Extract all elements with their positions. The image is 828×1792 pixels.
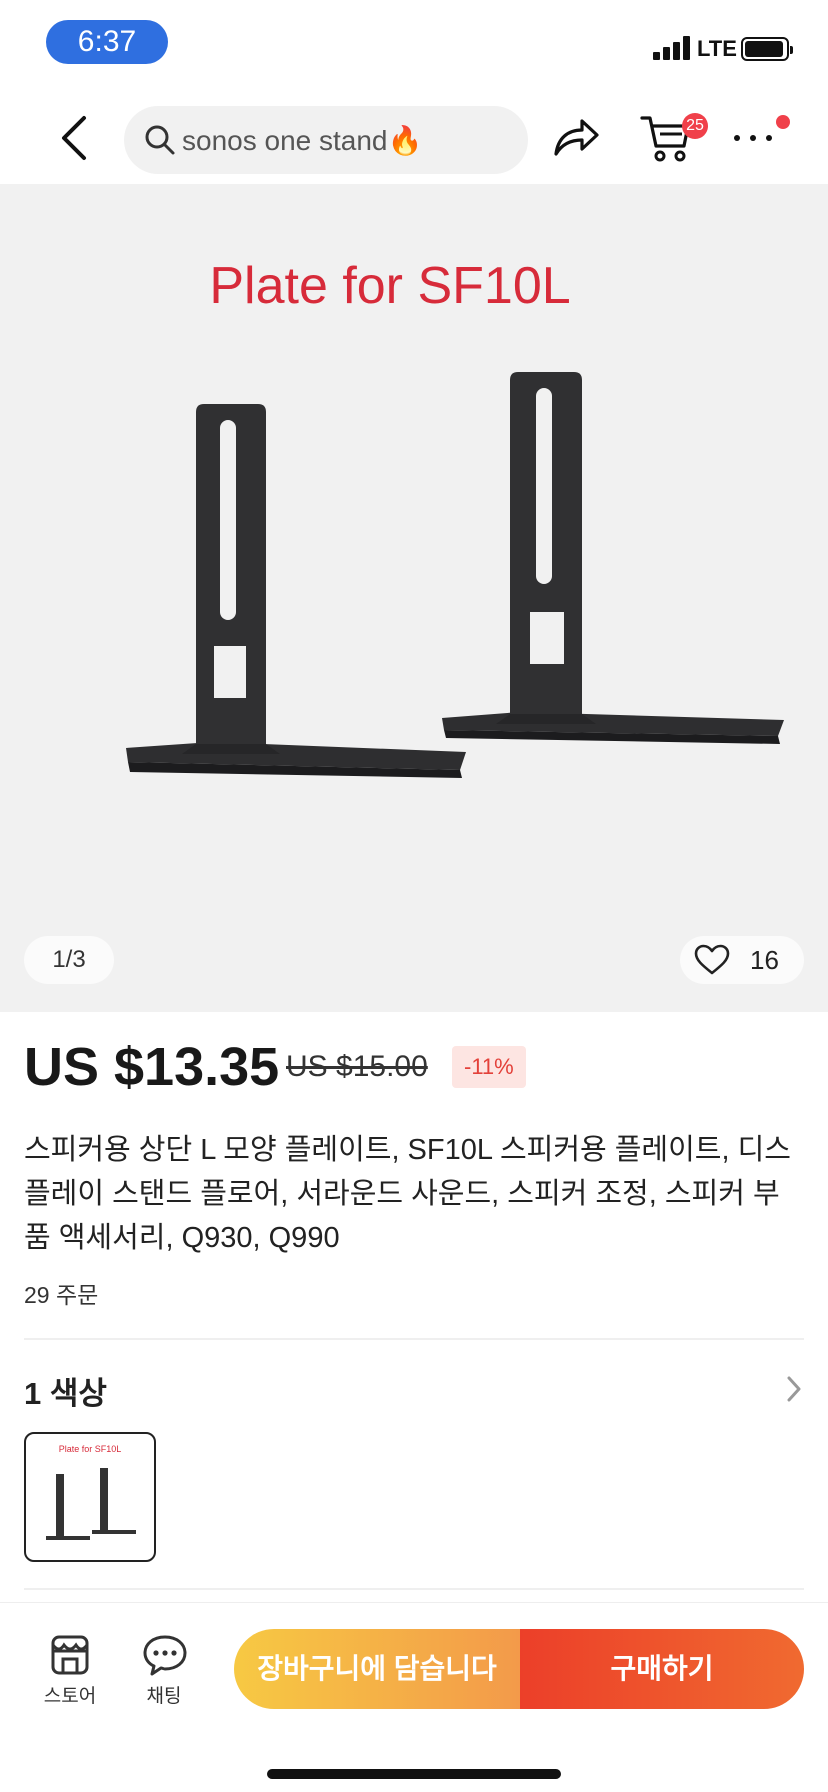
battery-icon (741, 37, 793, 61)
bottom-action-bar: 스토어 채팅 장바구니에 담습니다 구매하기 (0, 1602, 828, 1792)
search-icon (145, 125, 175, 155)
heart-icon (694, 944, 730, 975)
cart-count-badge: 25 (682, 113, 708, 139)
like-button[interactable]: 16 (680, 936, 804, 984)
current-price: US $13.35 (24, 1037, 280, 1097)
image-page-indicator: 1/3 (24, 936, 114, 984)
chat-icon (143, 1635, 187, 1676)
divider (24, 1338, 804, 1340)
status-bar: 6:37 LTE (0, 0, 828, 92)
color-options-header[interactable]: 1 색상 (24, 1368, 107, 1413)
status-time: 6:37 (46, 20, 168, 64)
search-input[interactable]: sonos one stand🔥 (124, 106, 528, 174)
thumbnail-caption: Plate for SF10L (58, 1444, 122, 1454)
signal-icon (653, 36, 691, 60)
store-icon (51, 1635, 89, 1675)
chat-button[interactable]: 채팅 (124, 1627, 204, 1707)
price-row: US $13.35 US $15.00 -11% (24, 1036, 814, 1100)
order-count: 29 주문 (24, 1282, 99, 1308)
add-to-cart-button[interactable]: 장바구니에 담습니다 (234, 1629, 520, 1709)
back-icon (62, 116, 86, 160)
product-image-gallery[interactable]: Plate for SF10L 1/3 16 (0, 184, 828, 1012)
color-option-thumbnail[interactable]: Plate for SF10L (24, 1432, 156, 1562)
chevron-right-icon[interactable] (784, 1374, 804, 1404)
network-label: LTE (697, 36, 737, 61)
search-query: sonos one stand🔥 (182, 125, 423, 156)
share-button[interactable] (552, 116, 600, 160)
top-nav: sonos one stand🔥 (0, 92, 828, 184)
discount-badge: -11% (452, 1046, 526, 1088)
store-button[interactable]: 스토어 (30, 1627, 110, 1707)
original-price: US $15.00 (286, 1050, 428, 1083)
buy-now-button[interactable]: 구매하기 (520, 1629, 804, 1709)
store-label: 스토어 (43, 1686, 97, 1707)
notification-dot (776, 115, 790, 129)
share-icon (554, 119, 599, 156)
chat-label: 채팅 (146, 1686, 182, 1707)
product-photo (126, 372, 784, 778)
product-title: 스피커용 상단 L 모양 플레이트, SF10L 스피커용 플레이트, 디스플레… (24, 1134, 791, 1254)
back-button[interactable] (56, 114, 96, 162)
divider (24, 1588, 804, 1590)
more-button[interactable] (732, 122, 776, 152)
like-count: 16 (750, 945, 779, 975)
home-indicator (267, 1769, 561, 1779)
